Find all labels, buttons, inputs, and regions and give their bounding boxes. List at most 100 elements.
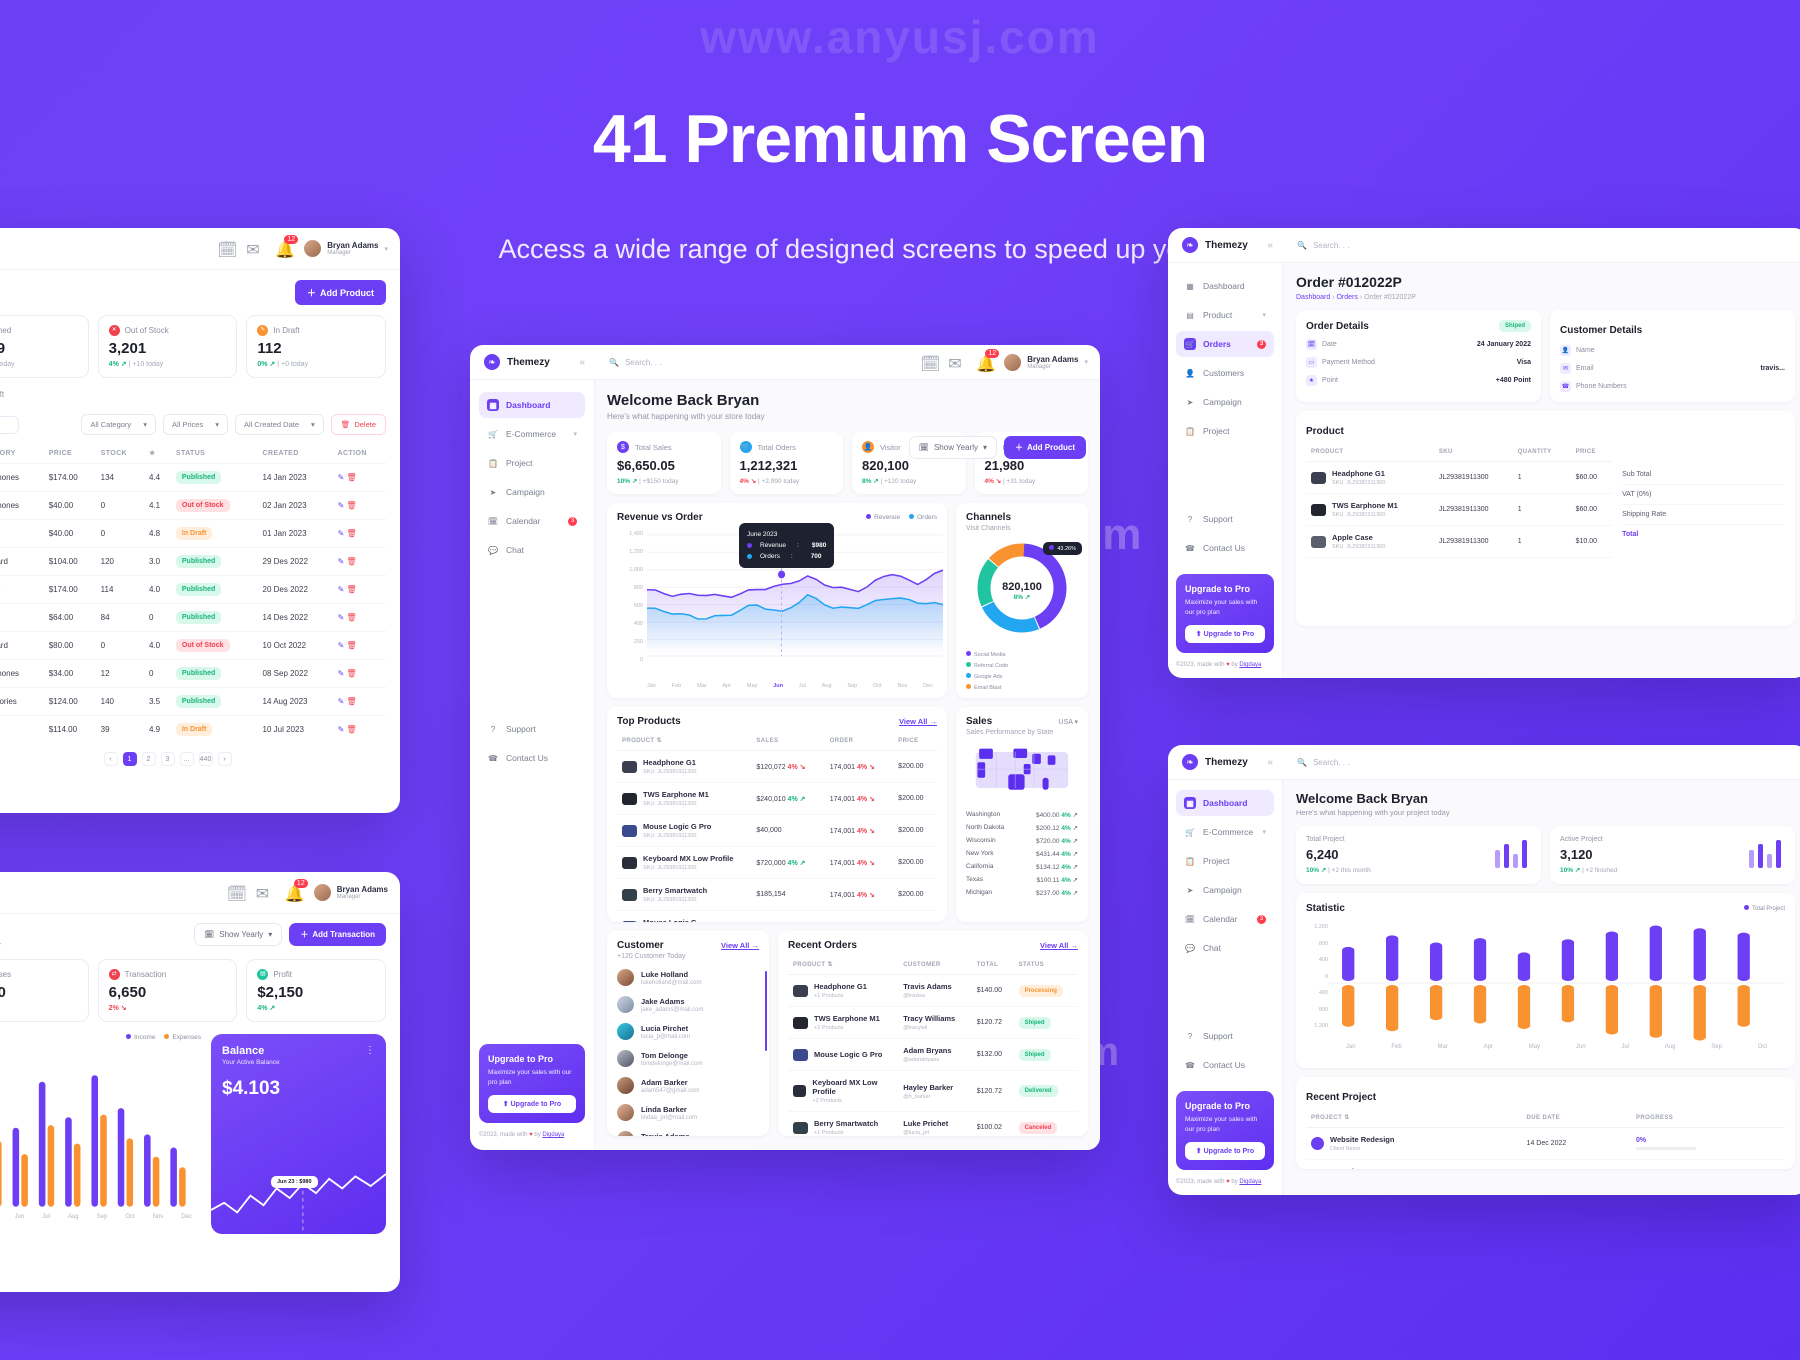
sort-icon[interactable]: ⇅ <box>657 738 662 744</box>
table-row[interactable]: Berry Smartwatch +1 Products Luke Prichet… <box>788 1111 1078 1136</box>
page-button[interactable]: 1 <box>122 752 137 766</box>
list-item[interactable]: Linda Barker lindaa_prl@mail.com <box>617 1099 759 1126</box>
table-row[interactable]: Berry Smartwatch SKU: JL29381911300 $185,… <box>617 878 937 911</box>
sidebar-item-contact-us[interactable]: ☎ Contact Us <box>1176 1052 1274 1078</box>
brand[interactable]: ❧ Themezy « <box>470 354 595 370</box>
calendar-icon[interactable]: 🗓 <box>217 240 237 259</box>
search-input[interactable]: 🔍 Search. . . <box>1283 241 1800 250</box>
chevron-double-left-icon[interactable]: « <box>579 357 585 368</box>
credit-link[interactable]: Digdaya <box>542 1132 564 1138</box>
sidebar-item-e-commerce[interactable]: 🛒 E-Commerce ▾ <box>1176 819 1274 845</box>
sidebar-item-chat[interactable]: 💬 Chat <box>479 537 585 563</box>
trash-icon[interactable]: 🗑 <box>347 641 357 650</box>
product-tabs[interactable]: StockDraft <box>0 390 386 404</box>
sidebar-item-campaign[interactable]: ➤ Campaign <box>479 479 585 505</box>
page-button[interactable]: 3 <box>160 752 175 766</box>
edit-icon[interactable]: ✎ <box>338 613 345 622</box>
table-row[interactable]: Monitor$174.001144.0Published 20 Des 2022… <box>0 575 386 604</box>
table-row[interactable]: Website Redesign Client Name 14 Dec 2022 … <box>1306 1127 1785 1160</box>
pagination[interactable]: ‹ 1 2 3... 440 › <box>0 752 386 766</box>
table-row[interactable]: TWS Earphone M1 SKU: JL29381911300 JL2938… <box>1306 493 1613 526</box>
edit-icon[interactable]: ✎ <box>338 501 345 510</box>
credit-link[interactable]: Digdaya <box>1239 662 1261 668</box>
sidebar-item-support[interactable]: ? Support <box>1176 1023 1274 1049</box>
region-dropdown[interactable]: USA ▾ <box>1059 718 1078 726</box>
table-row[interactable]: Headphones$34.00120Published 08 Sep 2022 ✎… <box>0 659 386 688</box>
table-row[interactable]: Mouse$114.00394.9In Draft 10 Jul 2023 ✎ 🗑 <box>0 715 386 743</box>
sidebar-item-e-commerce[interactable]: 🛒 E-Commerce ▾ <box>479 421 585 447</box>
sidebar-item-dashboard[interactable]: ▦ Dashboard <box>479 392 585 418</box>
edit-icon[interactable]: ✎ <box>338 557 345 566</box>
table-row[interactable]: Headphones$40.0004.1Out of Stock 02 Jan 2… <box>0 491 386 520</box>
more-vertical-icon[interactable]: ⋮ <box>365 1045 375 1056</box>
sidebar-item-calendar[interactable]: 🗓 Calendar 3 <box>1176 906 1274 932</box>
sidebar-item-support[interactable]: ? Support <box>479 716 585 742</box>
column-header[interactable]: PRODUCT ⇅ <box>788 955 899 975</box>
next-page-button[interactable]: › <box>217 752 232 766</box>
sidebar-item-contact-us[interactable]: ☎ Contact Us <box>1176 535 1274 561</box>
add-transaction-button[interactable]: ＋ Add Transaction <box>289 923 386 946</box>
filter-dropdown[interactable]: All Created Date ▾ <box>234 414 324 435</box>
list-item[interactable]: Luke Holland lukeholland@mail.com <box>617 964 759 991</box>
breadcrumb-item[interactable]: Orders <box>1336 294 1357 301</box>
user-menu[interactable]: Bryan Adams Manager <box>313 884 388 901</box>
credit-link[interactable]: Digdaya <box>1239 1179 1261 1185</box>
table-row[interactable]: Headphone G1 SKU: JL29381911300 $120,072 … <box>617 750 937 783</box>
sidebar-item-campaign[interactable]: ➤ Campaign <box>1176 389 1274 415</box>
show-yearly-dropdown[interactable]: 🗓 Show Yearly ▾ <box>194 923 283 946</box>
trash-icon[interactable]: 🗑 <box>347 725 357 734</box>
table-row[interactable]: TWS Earphone M1 +2 Products Tracy William… <box>788 1006 1078 1039</box>
table-row[interactable]: Mouse Logic G Pro SKU: JL29381911300 $40,… <box>617 814 937 847</box>
breadcrumb-item[interactable]: Dashboard <box>1296 294 1330 301</box>
bell-icon[interactable]: 🔔 12 <box>275 235 299 259</box>
trash-icon[interactable]: 🗑 <box>347 697 357 706</box>
table-row[interactable]: Headphone G1 SKU: JL29381911300 JL2938191… <box>1306 461 1613 494</box>
edit-icon[interactable]: ✎ <box>338 529 345 538</box>
table-row[interactable]: Mouse$64.00840Published 14 Des 2022 ✎ 🗑 <box>0 603 386 632</box>
upgrade-promo[interactable]: Upgrade to Pro Maximize your sales with … <box>1176 1091 1274 1170</box>
user-menu[interactable]: Bryan Adams Manager ▾ <box>1004 353 1088 371</box>
upgrade-to-pro-button[interactable]: ⬆ Upgrade to Pro <box>488 1095 576 1113</box>
trash-icon[interactable]: 🗑 <box>347 529 357 538</box>
column-header[interactable]: PROJECT ⇅ <box>1306 1108 1522 1128</box>
table-row[interactable]: Keyboard MX Low Profile SKU: JL2938191130… <box>617 846 937 879</box>
trash-icon[interactable]: 🗑 <box>347 613 357 622</box>
sidebar-item-project[interactable]: 📋 Project <box>1176 848 1274 874</box>
bell-icon[interactable]: 🔔 12 <box>285 879 308 903</box>
edit-icon[interactable]: ✎ <box>338 641 345 650</box>
product-tab[interactable]: Draft <box>0 390 4 404</box>
upgrade-promo[interactable]: Upgrade to Pro Maximize your sales with … <box>1176 574 1274 653</box>
edit-icon[interactable]: ✎ <box>338 697 345 706</box>
column-header[interactable]: PRODUCT ⇅ <box>617 731 752 751</box>
list-item[interactable]: Lucia Pirchet lucia_p@mail.com <box>617 1018 759 1045</box>
upgrade-to-pro-button[interactable]: ⬆ Upgrade to Pro <box>1185 1142 1265 1160</box>
chevron-double-left-icon[interactable]: « <box>1267 240 1273 251</box>
search-input[interactable] <box>0 415 19 434</box>
list-item[interactable]: Adam Barker adam547@gmail.com <box>617 1072 759 1099</box>
chevron-double-left-icon[interactable]: « <box>1267 757 1273 768</box>
filter-group[interactable]: All Category ▾ All Prices ▾ All Created Date… <box>81 414 324 435</box>
table-row[interactable]: In Tools CMS SystemClient Name 13 Dec 20… <box>1306 1159 1785 1169</box>
list-item[interactable]: Jake Adams jake_adams@mail.com <box>617 991 759 1018</box>
table-row[interactable]: Accessories$124.001403.5Published 14 Aug … <box>0 687 386 716</box>
mail-icon[interactable]: ✉ <box>256 884 273 903</box>
view-all-link[interactable]: View All → <box>721 941 759 950</box>
table-row[interactable]: Mouse Logic G Pro Adam Bryans @adambryans… <box>788 1038 1078 1071</box>
brand[interactable]: ❧ Themezy « <box>1168 754 1283 770</box>
calendar-icon[interactable]: 🗓 <box>920 354 940 373</box>
search-input[interactable]: 🔍 Search. . . <box>1283 758 1800 767</box>
list-item[interactable]: Tom Delonge tomdelonge@mail.com <box>617 1045 759 1072</box>
trash-icon[interactable]: 🗑 <box>347 669 357 678</box>
add-product-button[interactable]: ＋ Add Product <box>294 280 386 305</box>
table-row[interactable]: Keyboard$104.001203.0Published 29 Des 202… <box>0 547 386 576</box>
list-item[interactable]: Travis Adamstravis_adams7@gmail.com <box>617 1126 759 1136</box>
sidebar-item-calendar[interactable]: 🗓 Calendar 3 <box>479 508 585 534</box>
search-input[interactable]: 🔍 Search. . . <box>595 358 920 367</box>
user-menu[interactable]: Bryan Adams Manager ▾ <box>304 240 388 257</box>
table-row[interactable]: TWS Earphone M1 SKU: JL29381911300 $240,0… <box>617 782 937 815</box>
edit-icon[interactable]: ✎ <box>338 473 345 482</box>
filter-dropdown[interactable]: All Category ▾ <box>81 414 156 435</box>
table-row[interactable]: Keyboard MX Low Profile +2 Products Hayle… <box>788 1070 1078 1112</box>
table-row[interactable]: Mouse$40.0004.8In Draft 01 Jan 2023 ✎ 🗑 <box>0 519 386 548</box>
bell-icon[interactable]: 🔔 12 <box>976 348 1000 373</box>
